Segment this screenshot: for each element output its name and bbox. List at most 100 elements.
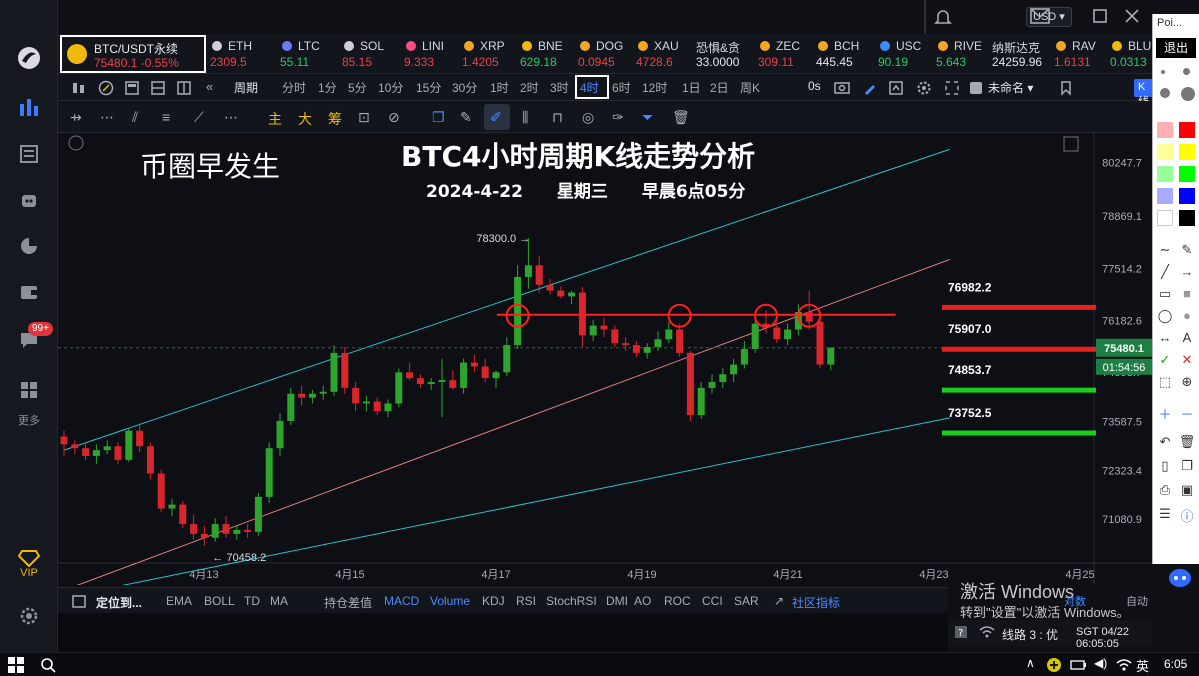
indicator-option[interactable]: AO xyxy=(634,594,651,608)
candle-body[interactable] xyxy=(157,473,165,509)
filter-icon[interactable]: ⏷ xyxy=(642,109,653,126)
candle-body[interactable] xyxy=(362,401,370,404)
candle-body[interactable] xyxy=(373,401,381,412)
brush-size-s[interactable] xyxy=(1183,68,1190,75)
help-icon[interactable]: ? xyxy=(954,625,968,642)
period-option[interactable]: 1分 xyxy=(318,79,337,96)
candle-body[interactable] xyxy=(395,372,403,404)
ticker-item[interactable]: LTC 55.11 xyxy=(280,36,338,72)
candle-body[interactable] xyxy=(341,352,349,388)
candle-body[interactable] xyxy=(557,290,565,297)
candle-body[interactable] xyxy=(146,446,154,474)
candle-body[interactable] xyxy=(600,325,608,330)
period-option[interactable]: 12时 xyxy=(642,79,667,96)
app-logo-icon[interactable] xyxy=(0,38,58,78)
horizontal-ray-icon[interactable]: ⇸ xyxy=(70,109,82,126)
period-option[interactable]: 10分 xyxy=(378,79,403,96)
candle-body[interactable] xyxy=(60,436,68,445)
indicator-option[interactable]: TD xyxy=(244,594,260,608)
price-range-icon[interactable]: ⋯ xyxy=(100,109,114,126)
candle-tool-icon[interactable]: ⫼ xyxy=(522,109,528,126)
candle-body[interactable] xyxy=(730,364,738,375)
indicator-option[interactable]: MACD xyxy=(384,594,419,608)
more-tools-icon[interactable]: ⋯ xyxy=(224,109,238,126)
candle-body[interactable] xyxy=(103,446,111,451)
candle-body[interactable] xyxy=(535,265,543,285)
brush-icon[interactable]: ✑ xyxy=(612,109,624,126)
ticker-item[interactable]: 纳斯达克 24259.96 xyxy=(992,36,1050,72)
more-label[interactable]: 更多 xyxy=(0,412,58,428)
ticker-item[interactable]: BNE 629.18 xyxy=(520,36,574,72)
ticker-item[interactable]: RAV 1.6131 xyxy=(1054,36,1106,72)
rectangle-icon[interactable]: ▭ xyxy=(1156,286,1174,302)
print-icon[interactable]: ⎙ xyxy=(1156,482,1174,498)
candle-body[interactable] xyxy=(244,529,252,532)
pen-icon[interactable] xyxy=(862,80,878,99)
candle-body[interactable] xyxy=(708,382,716,388)
copy-icon[interactable]: ❐ xyxy=(432,109,445,126)
info-icon[interactable]: ⓘ xyxy=(1178,506,1196,525)
swatch-green[interactable] xyxy=(1179,166,1195,182)
wallet-icon[interactable] xyxy=(0,272,58,312)
ticker-item[interactable]: BCH 445.45 xyxy=(816,36,874,72)
indicator-option[interactable]: EMA xyxy=(166,594,192,608)
draw-pen-icon[interactable]: ✐ xyxy=(490,109,502,126)
copy-page-icon[interactable]: ❐ xyxy=(1178,458,1196,474)
swatch-light-red[interactable] xyxy=(1157,122,1173,138)
ticker-item[interactable]: RIVE 5.643 xyxy=(936,36,988,72)
period-option[interactable]: 分时 xyxy=(282,79,306,96)
candle-body[interactable] xyxy=(352,387,360,404)
big-order-button[interactable]: 大 xyxy=(298,109,312,129)
layout-name-icon[interactable] xyxy=(968,80,984,99)
save-icon[interactable]: ▣ xyxy=(1178,482,1196,498)
indicator-option[interactable]: 持仓差值 xyxy=(324,594,372,611)
candle-body[interactable] xyxy=(805,312,813,322)
period-option[interactable]: 2时 xyxy=(520,79,539,96)
double-arrow-icon[interactable]: ↔ xyxy=(1156,330,1174,345)
period-option[interactable]: 3时 xyxy=(550,79,569,96)
window-restore-icon[interactable] xyxy=(1092,8,1108,27)
candle-body[interactable] xyxy=(211,524,219,538)
network-icon[interactable] xyxy=(1116,657,1132,676)
zoom-in-icon[interactable]: ⊕ xyxy=(1178,374,1196,390)
candle-body[interactable] xyxy=(287,393,295,421)
select-area-icon[interactable]: ⬚ xyxy=(1156,374,1174,390)
period-option[interactable]: 1日 xyxy=(682,79,701,96)
channel-lower-line[interactable] xyxy=(64,417,950,585)
text-tool-icon[interactable]: A xyxy=(1178,330,1196,345)
candle-body[interactable] xyxy=(492,372,500,379)
layout-icon[interactable] xyxy=(150,80,166,99)
candle-body[interactable] xyxy=(179,504,187,525)
trash-icon[interactable]: 🗑 xyxy=(672,109,690,126)
layout-name-select[interactable]: 未命名 ▾ xyxy=(988,79,1033,96)
auto-scale-toggle[interactable]: 自动 xyxy=(1126,593,1148,609)
candle-body[interactable] xyxy=(427,382,435,384)
candle-body[interactable] xyxy=(503,345,511,373)
indicator-option[interactable]: BOLL xyxy=(204,594,235,608)
indicator-option[interactable]: StochRSI xyxy=(546,594,597,608)
ticker-item[interactable]: XAU 4728.6 xyxy=(636,36,692,72)
countdown-mode[interactable]: 0s xyxy=(808,79,821,93)
candle-style-icon[interactable] xyxy=(70,80,86,99)
candle-body[interactable] xyxy=(406,372,414,379)
plus-icon[interactable]: ＋ xyxy=(1156,404,1174,423)
line-icon[interactable]: ╱ xyxy=(1156,264,1174,280)
candle-body[interactable] xyxy=(686,352,694,416)
marker-icon[interactable]: ✎ xyxy=(1178,242,1196,258)
assistant-mascot-icon[interactable] xyxy=(1168,566,1192,591)
candle-body[interactable] xyxy=(416,378,424,384)
check-icon[interactable]: ✓ xyxy=(1156,352,1174,368)
period-option[interactable]: 周K xyxy=(740,79,760,96)
parallel-channel-icon[interactable]: ⫽ xyxy=(132,109,138,126)
fib-icon[interactable]: ≡ xyxy=(162,109,170,125)
ticker-item[interactable]: XRP 1.4205 xyxy=(462,36,516,72)
cross-icon[interactable]: ✕ xyxy=(1178,352,1196,368)
candle-body[interactable] xyxy=(71,444,79,449)
vip-label[interactable]: VIP xyxy=(0,567,58,579)
ticker-item[interactable]: SOL 85.15 xyxy=(342,36,400,72)
new-page-icon[interactable]: ▯ xyxy=(1156,458,1174,474)
minus-icon[interactable]: － xyxy=(1178,404,1196,423)
arrow-icon[interactable]: → xyxy=(1178,264,1196,279)
maximize-chart-icon[interactable] xyxy=(1063,136,1079,152)
candle-body[interactable] xyxy=(114,446,122,460)
